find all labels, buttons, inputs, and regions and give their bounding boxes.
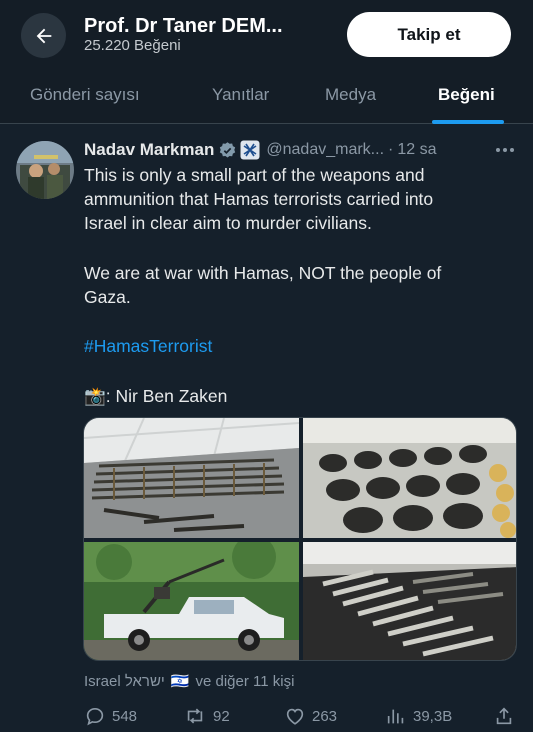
photo-rifles[interactable] <box>84 418 299 538</box>
profile-tabs: Gönderi sayısı Yanıtlar Medya Beğeni <box>0 66 533 124</box>
more-button[interactable] <box>492 140 518 160</box>
avatar[interactable] <box>16 141 74 199</box>
profile-likes-count: 25.220 Beğeni <box>84 37 181 54</box>
separator-dot: · <box>388 141 394 158</box>
tweet-text-line: We are at war with Hamas, NOT the people… <box>84 263 442 283</box>
photo-credit: 📸: Nir Ben Zaken <box>84 384 514 408</box>
share-icon <box>496 707 512 725</box>
follow-button[interactable]: Takip et <box>347 12 511 57</box>
photo-rockets[interactable] <box>303 542 516 660</box>
reply-button[interactable]: 548 <box>84 703 137 729</box>
repost-button[interactable]: 92 <box>183 703 230 729</box>
like-icon <box>286 708 304 725</box>
hashtag-link[interactable]: #HamasTerrorist <box>84 334 514 358</box>
tweet-text-line: This is only a small part of the weapons… <box>84 165 425 185</box>
repost-icon <box>187 708 203 724</box>
liked-by-flag: 🇮🇱 <box>170 673 190 690</box>
media-grid <box>83 417 517 661</box>
tweet-text-line: ammunition that Hamas terrorists carried… <box>84 189 434 209</box>
verified-badge-icon <box>218 141 237 160</box>
top-bar: Prof. Dr Taner DEM... 25.220 Beğeni Taki… <box>0 0 533 66</box>
views-count: 39,3B <box>413 707 453 725</box>
tab-replies[interactable]: Yanıtlar <box>212 66 269 124</box>
affiliation-badge-icon[interactable] <box>240 140 260 160</box>
views-icon <box>387 709 404 724</box>
camera-emoji: 📸 <box>84 386 106 406</box>
author-handle[interactable]: @nadav_mark... <box>266 141 384 159</box>
tab-likes[interactable]: Beğeni <box>438 66 495 124</box>
like-count: 263 <box>312 707 338 725</box>
tab-media[interactable]: Medya <box>325 66 376 124</box>
back-arrow-icon <box>36 28 51 43</box>
repost-count: 92 <box>213 707 230 725</box>
liked-by-place: Israel ישראל <box>84 672 165 690</box>
tweet-author-row: Nadav Markman @nadav_mark... · 12 sa <box>84 138 436 162</box>
author-name[interactable]: Nadav Markman <box>84 140 214 160</box>
reply-icon <box>86 708 104 726</box>
tweet-text-line: Gaza. <box>84 287 131 307</box>
tweet-timestamp[interactable]: 12 sa <box>397 141 436 159</box>
like-button[interactable]: 263 <box>284 703 337 729</box>
active-tab-indicator <box>432 120 504 124</box>
profile-name: Prof. Dr Taner DEM... <box>84 15 283 37</box>
photo-credit-text: : Nir Ben Zaken <box>105 386 228 406</box>
tab-posts[interactable]: Gönderi sayısı <box>30 66 140 124</box>
tweet-text-line: Israel in clear aim to murder civilians. <box>84 213 372 233</box>
liked-by-row[interactable]: Israel ישראל 🇮🇱 ve diğer 11 kişi <box>84 672 295 691</box>
views-button[interactable]: 39,3B <box>385 703 452 729</box>
more-icon <box>496 148 514 152</box>
photo-launchers[interactable] <box>303 418 516 538</box>
back-button[interactable] <box>21 13 66 58</box>
share-button[interactable] <box>493 703 521 729</box>
reply-count: 548 <box>112 707 138 725</box>
liked-by-others: ve diğer 11 kişi <box>195 672 295 690</box>
photo-truck[interactable] <box>84 542 299 660</box>
